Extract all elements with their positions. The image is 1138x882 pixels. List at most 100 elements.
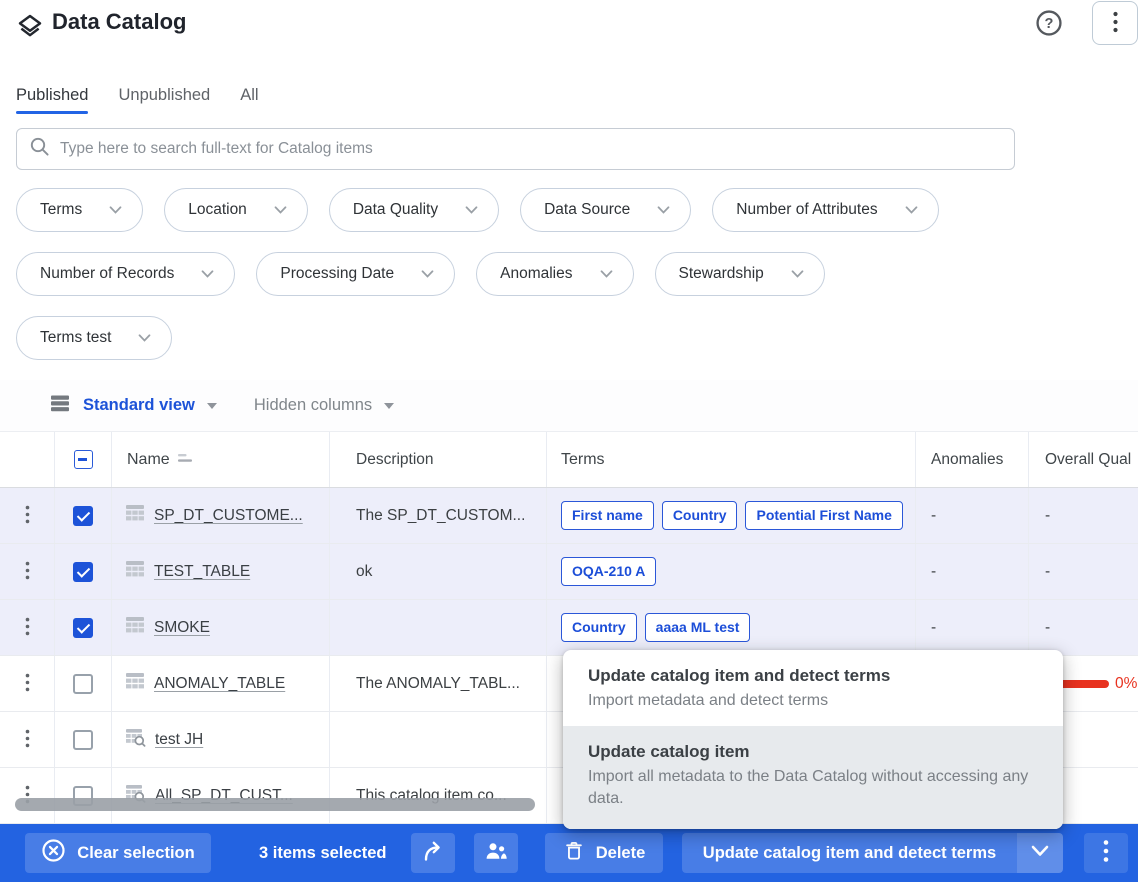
filter-pill[interactable]: Anomalies <box>476 252 633 296</box>
stewards-button[interactable] <box>474 833 518 873</box>
term-chip[interactable]: aaaa ML test <box>645 613 751 642</box>
filter-pill[interactable]: Data Quality <box>329 188 499 232</box>
table-icon <box>125 504 145 527</box>
share-button[interactable] <box>411 833 455 873</box>
chevron-down-icon <box>421 265 434 283</box>
clear-selection-button[interactable]: Clear selection <box>25 833 211 873</box>
filter-row: Number of Records Processing Date Anomal… <box>16 252 1126 296</box>
row-menu-button[interactable] <box>17 501 38 531</box>
selected-count: 3 items selected <box>259 824 387 882</box>
menu-item[interactable]: Update catalog item Import all metadata … <box>563 726 1063 829</box>
menu-item[interactable]: Update catalog item and detect terms Imp… <box>563 650 1063 726</box>
chevron-down-icon <box>791 265 804 283</box>
term-chip[interactable]: First name <box>561 501 654 530</box>
row-checkbox[interactable] <box>73 618 93 638</box>
column-header-name[interactable]: Name <box>127 451 170 469</box>
primary-action-dropdown-button[interactable] <box>1017 833 1063 873</box>
term-chip[interactable]: Potential First Name <box>745 501 902 530</box>
item-name-link[interactable]: TEST_TABLE <box>154 563 250 581</box>
bulk-action-bar: Clear selection 3 items selected <box>0 824 1138 882</box>
term-chip[interactable]: Country <box>561 613 637 642</box>
term-chip[interactable]: OQA-210 A <box>561 557 656 586</box>
filter-pill[interactable]: Number of Attributes <box>712 188 938 232</box>
update-catalog-item-button[interactable]: Update catalog item and detect terms <box>682 833 1017 873</box>
delete-button[interactable]: Delete <box>545 833 663 873</box>
filter-row: Terms Location Data Quality Data Source <box>16 188 1126 232</box>
term-chip[interactable]: Country <box>662 501 738 530</box>
column-header-description[interactable]: Description <box>329 432 546 487</box>
horizontal-scrollbar[interactable] <box>15 798 535 811</box>
table-row: TEST_TABLE ok OQA-210 A - - <box>0 544 1138 600</box>
help-button[interactable]: ? <box>1034 9 1064 39</box>
item-anomalies: - <box>915 488 1028 543</box>
item-name-link[interactable]: SP_DT_CUSTOME... <box>154 507 303 525</box>
tab[interactable]: All <box>240 86 258 114</box>
kebab-icon <box>25 512 30 527</box>
menu-item-subtitle: Import metadata and detect terms <box>588 690 1038 713</box>
filter-pill[interactable]: Terms test <box>16 316 172 360</box>
view-selector-dropdown-icon[interactable] <box>207 403 217 409</box>
hidden-columns-selector[interactable]: Hidden columns <box>254 396 372 415</box>
search-input[interactable] <box>60 140 1002 158</box>
table-row: SP_DT_CUSTOME... The SP_DT_CUSTOM... Fir… <box>0 488 1138 544</box>
header-actions-cell <box>0 432 54 487</box>
view-selector[interactable]: Standard view <box>83 396 195 415</box>
item-terms: Country aaaa ML test <box>546 600 915 655</box>
data-catalog-logo-icon <box>16 12 44 47</box>
item-anomalies: - <box>915 544 1028 599</box>
row-menu-button[interactable] <box>17 725 38 755</box>
kebab-icon <box>1113 11 1118 36</box>
row-checkbox[interactable] <box>73 506 93 526</box>
row-menu-button[interactable] <box>17 613 38 643</box>
item-terms: First name CountryPotential First Name <box>546 488 915 543</box>
filter-pill-label: Location <box>188 201 247 219</box>
update-actions-menu: Update catalog item and detect terms Imp… <box>563 650 1063 829</box>
row-checkbox[interactable] <box>73 562 93 582</box>
column-header-anomalies[interactable]: Anomalies <box>915 432 1028 487</box>
share-arrow-icon <box>421 840 445 867</box>
filter-pill[interactable]: Processing Date <box>256 252 455 296</box>
row-checkbox[interactable] <box>73 730 93 750</box>
filter-pill[interactable]: Stewardship <box>655 252 825 296</box>
item-name-link[interactable]: test JH <box>155 731 203 749</box>
trash-icon <box>563 840 585 867</box>
chevron-down-icon <box>109 201 122 219</box>
tab-label: Unpublished <box>118 86 210 104</box>
item-description <box>329 600 546 655</box>
item-overall-quality: - <box>1028 600 1138 655</box>
row-menu-button[interactable] <box>17 669 38 699</box>
column-header-terms[interactable]: Terms <box>546 432 915 487</box>
x-circle-icon <box>41 838 66 868</box>
item-overall-quality: - <box>1028 544 1138 599</box>
select-all-checkbox[interactable] <box>74 450 93 469</box>
row-checkbox[interactable] <box>73 674 93 694</box>
item-description: ok <box>329 544 546 599</box>
filter-pill[interactable]: Terms <box>16 188 143 232</box>
filter-pill-label: Data Source <box>544 201 630 219</box>
header-menu-button[interactable] <box>1092 1 1138 45</box>
chevron-down-icon <box>201 265 214 283</box>
quality-percent: 0% <box>1115 675 1137 693</box>
sort-icon[interactable] <box>178 451 195 469</box>
search-box <box>16 128 1015 170</box>
chevron-down-icon <box>465 201 478 219</box>
row-menu-button[interactable] <box>17 557 38 587</box>
column-header-overall-quality[interactable]: Overall Qual <box>1028 432 1138 487</box>
item-name-link[interactable]: ANOMALY_TABLE <box>154 675 285 693</box>
filter-pill-label: Stewardship <box>679 265 764 283</box>
filter-pill[interactable]: Number of Records <box>16 252 235 296</box>
table-view-bar: Standard view Hidden columns <box>0 380 1138 432</box>
hidden-columns-dropdown-icon[interactable] <box>384 403 394 409</box>
filter-pill[interactable]: Data Source <box>520 188 691 232</box>
chevron-down-icon <box>1029 844 1051 863</box>
tab[interactable]: Published <box>16 86 88 114</box>
filter-pill[interactable]: Location <box>164 188 308 232</box>
table-header-row: Name Description Terms Anomalies Overall… <box>0 432 1138 488</box>
tab[interactable]: Unpublished <box>118 86 210 114</box>
filter-pill-label: Data Quality <box>353 201 438 219</box>
item-anomalies: - <box>915 600 1028 655</box>
item-name-link[interactable]: SMOKE <box>154 619 210 637</box>
chevron-down-icon <box>905 201 918 219</box>
item-terms: OQA-210 A <box>546 544 915 599</box>
action-bar-menu-button[interactable] <box>1084 833 1128 873</box>
